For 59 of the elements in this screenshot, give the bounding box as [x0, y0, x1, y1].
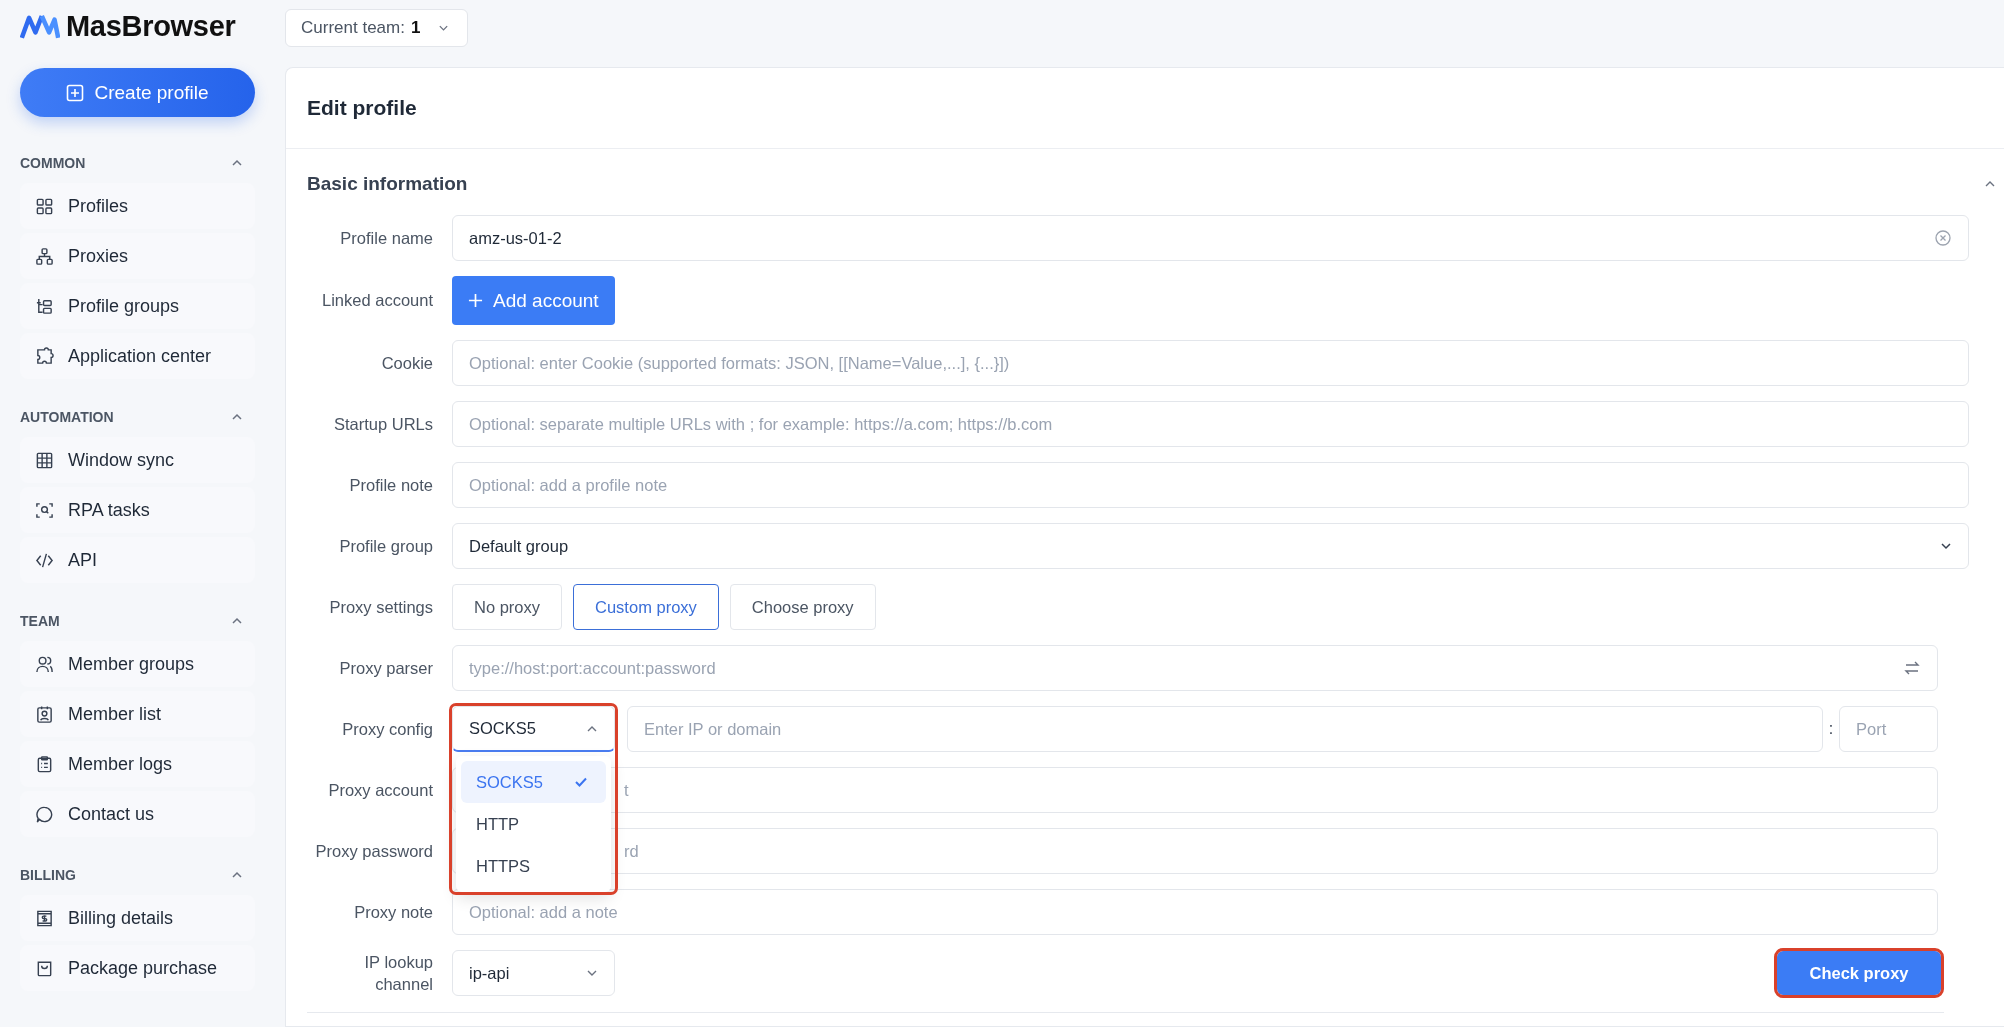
proxy-type-select[interactable]: SOCKS5 — [452, 706, 615, 752]
lookup-select[interactable]: ip-api — [452, 950, 615, 996]
dollar-receipt-icon — [35, 908, 54, 928]
check-proxy-button[interactable]: Check proxy — [1777, 951, 1941, 995]
tree-icon — [35, 296, 54, 316]
chat-bubble-icon — [35, 804, 54, 824]
field-label: Proxy config — [341, 718, 433, 740]
field-label: Profile name — [339, 227, 433, 249]
group-select[interactable]: Default group — [452, 523, 1969, 569]
clear-icon[interactable] — [1934, 229, 1952, 247]
table-grid-icon — [35, 450, 54, 470]
section-title: Basic information — [307, 173, 468, 195]
swap-arrows-icon[interactable] — [1903, 659, 1921, 677]
chevron-down-icon — [586, 969, 598, 977]
dropdown-option[interactable]: SOCKS5 — [461, 761, 606, 803]
plus-icon — [468, 293, 483, 308]
profile-name-field[interactable]: amz-us-01-2 — [452, 215, 1969, 261]
logo-icon — [20, 12, 60, 40]
scan-icon — [35, 500, 54, 520]
field-label: Startup URLs — [332, 413, 433, 435]
field-label: Profile group — [338, 535, 433, 557]
nav-section-title: AUTOMATION — [20, 409, 114, 425]
checkmark-icon — [574, 776, 588, 788]
proxy-option-button[interactable]: No proxy — [452, 584, 563, 630]
caret-icon — [438, 24, 450, 32]
chevron-down-icon — [1940, 542, 1952, 550]
team-selector[interactable]: Current team: 1 — [285, 9, 469, 47]
create-profile-button[interactable]: Create profile — [20, 68, 255, 117]
caret-icon[interactable] — [231, 413, 243, 421]
puzzle-icon — [35, 346, 54, 366]
grid-icon — [35, 196, 54, 216]
nav-section-title: BILLING — [20, 867, 76, 883]
caret-icon[interactable] — [231, 871, 243, 879]
nav-section-title: COMMON — [20, 155, 86, 171]
proxy-option-button[interactable]: Custom proxy — [573, 584, 719, 630]
field-label: Proxy settings — [328, 596, 433, 618]
field-label: Linked account — [321, 290, 433, 312]
proxy-option-button[interactable]: Choose proxy — [729, 584, 876, 630]
nav-section-title: TEAM — [20, 613, 60, 629]
field-label: Cookie — [380, 352, 433, 374]
field-label: Proxy parser — [338, 657, 433, 679]
field-label: Profile note — [348, 474, 433, 496]
clipboard-icon — [35, 754, 54, 774]
users-icon — [35, 654, 54, 674]
caret-icon[interactable] — [231, 159, 243, 167]
field-label: Proxy password — [314, 840, 433, 862]
caret-icon — [586, 724, 598, 733]
field-label: Proxy account — [327, 779, 433, 801]
hierarchy-icon — [35, 246, 54, 266]
plus-square-icon — [66, 83, 85, 102]
caret-icon[interactable] — [231, 617, 243, 625]
page-title: Edit profile — [307, 96, 417, 120]
field-label: Proxy note — [353, 901, 433, 923]
app-logo-text: MasBrowser — [66, 9, 236, 43]
id-badge-icon — [35, 704, 54, 724]
port-separator: : — [1827, 720, 1835, 738]
field-label: IP lookup channel — [363, 951, 433, 995]
collapse-caret-icon[interactable] — [1984, 180, 1996, 188]
add-account-button[interactable]: Add account — [452, 276, 615, 325]
